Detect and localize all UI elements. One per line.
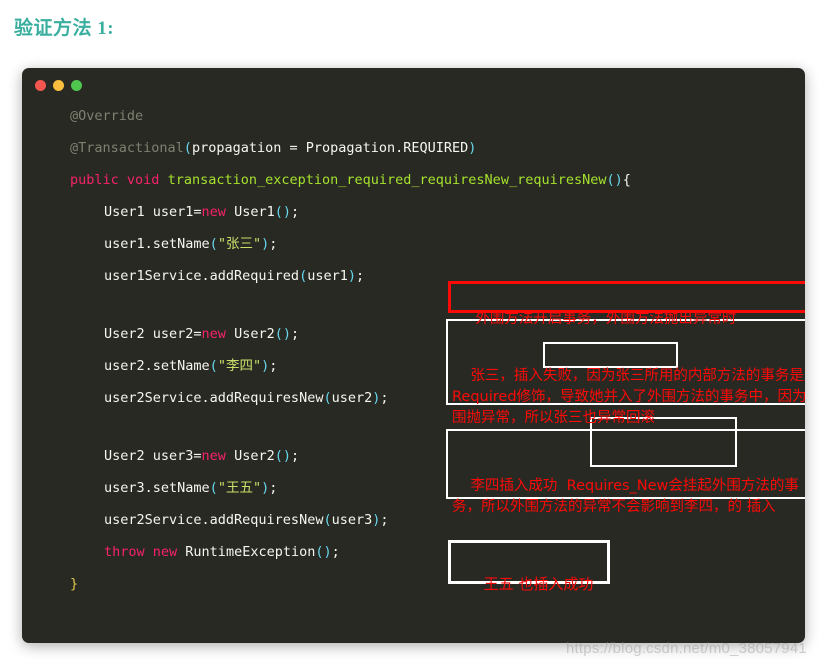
code-token: user1 bbox=[307, 268, 348, 284]
code-token: @Override bbox=[70, 108, 144, 124]
code-token: ) bbox=[261, 236, 270, 252]
code-line: @Override bbox=[22, 100, 805, 132]
annotation-lisi-text: 李四插入成功 Requires_New会挂起外围方法的事务，所以外围方法的异常不… bbox=[452, 478, 799, 515]
code-token: ; bbox=[331, 544, 340, 560]
code-token: void bbox=[126, 172, 160, 188]
code-token: Propagation.REQUIRED bbox=[305, 140, 469, 156]
code-token: propagation bbox=[191, 140, 282, 156]
code-token: ) bbox=[261, 480, 270, 496]
code-token: ( bbox=[274, 204, 283, 220]
code-token: ; bbox=[380, 390, 389, 406]
code-token: ; bbox=[291, 326, 300, 342]
code-token: user2Service.addRequiresNew bbox=[104, 512, 324, 528]
maximize-button[interactable] bbox=[71, 80, 82, 91]
code-token: new bbox=[201, 204, 226, 220]
code-token: new bbox=[201, 448, 226, 464]
code-token: "王五" bbox=[217, 480, 262, 496]
code-token: user1.setName bbox=[104, 236, 210, 252]
code-line: } bbox=[22, 568, 805, 600]
code-window: @Override @Transactional(propagation = Pr… bbox=[22, 68, 805, 643]
annotation-zhangsan-highlight-box bbox=[543, 342, 678, 368]
code-token: ( bbox=[209, 236, 218, 252]
code-token: ( bbox=[299, 268, 308, 284]
code-token: "李四" bbox=[217, 358, 262, 374]
code-token: ; bbox=[269, 236, 278, 252]
code-token: ( bbox=[209, 358, 218, 374]
code-token: ) bbox=[323, 544, 332, 560]
code-token: ) bbox=[282, 448, 291, 464]
code-token: ) bbox=[282, 326, 291, 342]
code-token: User1 bbox=[225, 204, 275, 220]
code-token: user2 bbox=[331, 390, 373, 406]
code-token: throw bbox=[104, 544, 145, 560]
code-token: ( bbox=[323, 512, 332, 528]
annotation-wangwu-text: 王五 也插入成功 bbox=[483, 575, 594, 593]
code-window-titlebar bbox=[22, 68, 805, 100]
code-line: user1.setName("张三"); bbox=[22, 228, 805, 260]
code-token: User2 bbox=[225, 448, 275, 464]
annotation-outer-transaction: 外围方法开启事务，外围方法抛出异常时 bbox=[448, 281, 805, 327]
code-token: ; bbox=[291, 204, 300, 220]
code-token: ) bbox=[261, 358, 270, 374]
code-line: public void transaction_exception_requir… bbox=[22, 164, 805, 196]
code-token: user3 bbox=[331, 512, 373, 528]
code-token: User2 user2= bbox=[104, 326, 202, 342]
code-token: ; bbox=[269, 480, 278, 496]
code-token: public bbox=[70, 172, 119, 188]
code-token: } bbox=[70, 576, 79, 592]
annotation-lisi: 李四插入成功 Requires_New会挂起外围方法的事务，所以外围方法的异常不… bbox=[446, 417, 805, 515]
minimize-button[interactable] bbox=[53, 80, 64, 91]
code-token: ) bbox=[614, 172, 623, 188]
code-token: user1Service.addRequired bbox=[104, 268, 300, 284]
code-token: "张三" bbox=[217, 236, 262, 252]
code-token: { bbox=[622, 172, 631, 188]
annotation-zhangsan: 张三，插入失败，因为张三所用的内部方法的事务是用Required修饰，导致她并入… bbox=[446, 319, 805, 426]
close-button[interactable] bbox=[35, 80, 46, 91]
code-token: ; bbox=[291, 448, 300, 464]
code-token: ( bbox=[274, 448, 283, 464]
code-token: ) bbox=[282, 204, 291, 220]
code-token: user2Service.addRequiresNew bbox=[104, 390, 324, 406]
code-token: User2 user3= bbox=[104, 448, 202, 464]
annotation-wangwu: 王五 也插入成功 bbox=[448, 540, 610, 593]
code-token: RuntimeException bbox=[177, 544, 316, 560]
code-line: throw new RuntimeException(); bbox=[22, 536, 805, 568]
code-token: ; bbox=[356, 268, 365, 284]
watermark: https://blog.csdn.net/m0_38057941 bbox=[566, 640, 807, 657]
page-title: 验证方法 1: bbox=[14, 18, 115, 39]
code-token: ( bbox=[209, 480, 218, 496]
code-token: ; bbox=[380, 512, 389, 528]
code-token: ; bbox=[269, 358, 278, 374]
annotation-outer-transaction-text: 外围方法开启事务，外围方法抛出异常时 bbox=[475, 311, 737, 327]
code-token: ( bbox=[323, 390, 332, 406]
code-token: = bbox=[281, 140, 306, 156]
code-token: transaction_exception_required_requiresN… bbox=[167, 172, 607, 188]
code-token: ( bbox=[183, 140, 192, 156]
code-token: ( bbox=[274, 326, 283, 342]
code-token: new bbox=[201, 326, 226, 342]
code-token: @Transactional bbox=[70, 140, 184, 156]
code-token: User1 user1= bbox=[104, 204, 202, 220]
code-line: @Transactional(propagation = Propagation… bbox=[22, 132, 805, 164]
code-token: user3.setName bbox=[104, 480, 210, 496]
code-token: user2.setName bbox=[104, 358, 210, 374]
code-token: ) bbox=[347, 268, 356, 284]
code-token: User2 bbox=[225, 326, 275, 342]
code-line: User1 user1=new User1(); bbox=[22, 196, 805, 228]
code-token: new bbox=[152, 544, 178, 560]
code-token: ) bbox=[468, 140, 477, 156]
code-token: ( bbox=[606, 172, 615, 188]
